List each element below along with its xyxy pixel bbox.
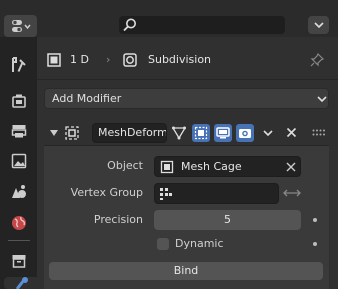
- clear-icon[interactable]: [286, 162, 296, 172]
- printer-icon: [11, 123, 27, 139]
- bind-label: Bind: [173, 264, 199, 277]
- add-modifier-label: Add Modifier: [52, 92, 122, 105]
- realtime-viewport-toggle[interactable]: [214, 124, 232, 142]
- modifier-name-field[interactable]: MeshDeform: [92, 123, 167, 143]
- tab-tool[interactable]: [8, 54, 30, 76]
- on-cage-icon: [194, 126, 208, 140]
- object-value: Mesh Cage: [181, 160, 242, 173]
- keyframe-dot[interactable]: [313, 242, 317, 246]
- vertex-group-field[interactable]: [154, 183, 279, 204]
- precision-value: 5: [224, 213, 231, 226]
- on-cage-toggle[interactable]: [192, 124, 210, 142]
- properties-editor-icon: [11, 19, 31, 33]
- tab-render[interactable]: [8, 90, 30, 112]
- add-modifier-dropdown[interactable]: Add Modifier: [44, 88, 329, 109]
- precision-label: Precision: [93, 213, 143, 226]
- vertex-group-label: Vertex Group: [70, 186, 143, 199]
- tab-output[interactable]: [8, 120, 30, 142]
- render-toggle[interactable]: [236, 124, 254, 142]
- modifier-name: MeshDeform: [98, 126, 167, 139]
- camera-icon: [238, 126, 252, 140]
- tab-world[interactable]: [8, 212, 30, 234]
- monitor-icon: [216, 126, 230, 140]
- object-name: 1 D: [70, 53, 89, 66]
- world-icon: [11, 215, 27, 231]
- edit-mode-toggle[interactable]: [170, 124, 188, 142]
- pin-icon[interactable]: [309, 52, 325, 68]
- collection-box-icon: [11, 253, 27, 269]
- object-field[interactable]: Mesh Cage: [154, 156, 301, 177]
- tab-scene[interactable]: [8, 181, 30, 203]
- invert-arrows-icon[interactable]: [283, 187, 301, 199]
- object-label: Object: [107, 159, 143, 172]
- image-icon: [11, 153, 27, 169]
- search-icon: [122, 17, 138, 33]
- modifier-breadcrumb: Subdivision: [148, 53, 212, 66]
- chevron-down-icon: [313, 22, 324, 28]
- header-separator: ›: [106, 53, 111, 66]
- tab-view-layer[interactable]: [8, 150, 30, 172]
- tool-icon: [10, 56, 28, 74]
- search-field[interactable]: [119, 16, 285, 34]
- tab-modifiers[interactable]: [4, 277, 37, 289]
- editor-type-button[interactable]: [4, 15, 37, 37]
- mesh-object-icon: [160, 160, 174, 174]
- scene-icon: [10, 184, 28, 200]
- dynamic-label: Dynamic: [175, 237, 224, 250]
- dynamic-checkbox[interactable]: [157, 238, 169, 250]
- vertex-group-icon: [159, 187, 173, 201]
- wrench-icon: [13, 277, 29, 289]
- subdivision-modifier-icon: [122, 52, 138, 68]
- collapse-arrow-icon[interactable]: [50, 129, 58, 137]
- chevron-down-icon[interactable]: [263, 130, 273, 136]
- options-dropdown-button[interactable]: [308, 16, 329, 34]
- keyframe-dot[interactable]: [313, 218, 317, 222]
- edit-mode-icon: [172, 126, 186, 140]
- tab-bar-divider: [8, 240, 30, 241]
- header-divider: [37, 79, 338, 80]
- close-icon[interactable]: [286, 127, 297, 138]
- chevron-down-icon: [317, 96, 327, 102]
- tab-collection[interactable]: [8, 250, 30, 272]
- drag-handle-icon[interactable]: [312, 129, 326, 136]
- mesh-object-icon: [46, 52, 62, 68]
- precision-slider[interactable]: 5: [154, 210, 301, 230]
- camera-back-icon: [11, 93, 27, 109]
- bind-button[interactable]: Bind: [49, 262, 323, 280]
- mesh-deform-icon: [64, 125, 80, 141]
